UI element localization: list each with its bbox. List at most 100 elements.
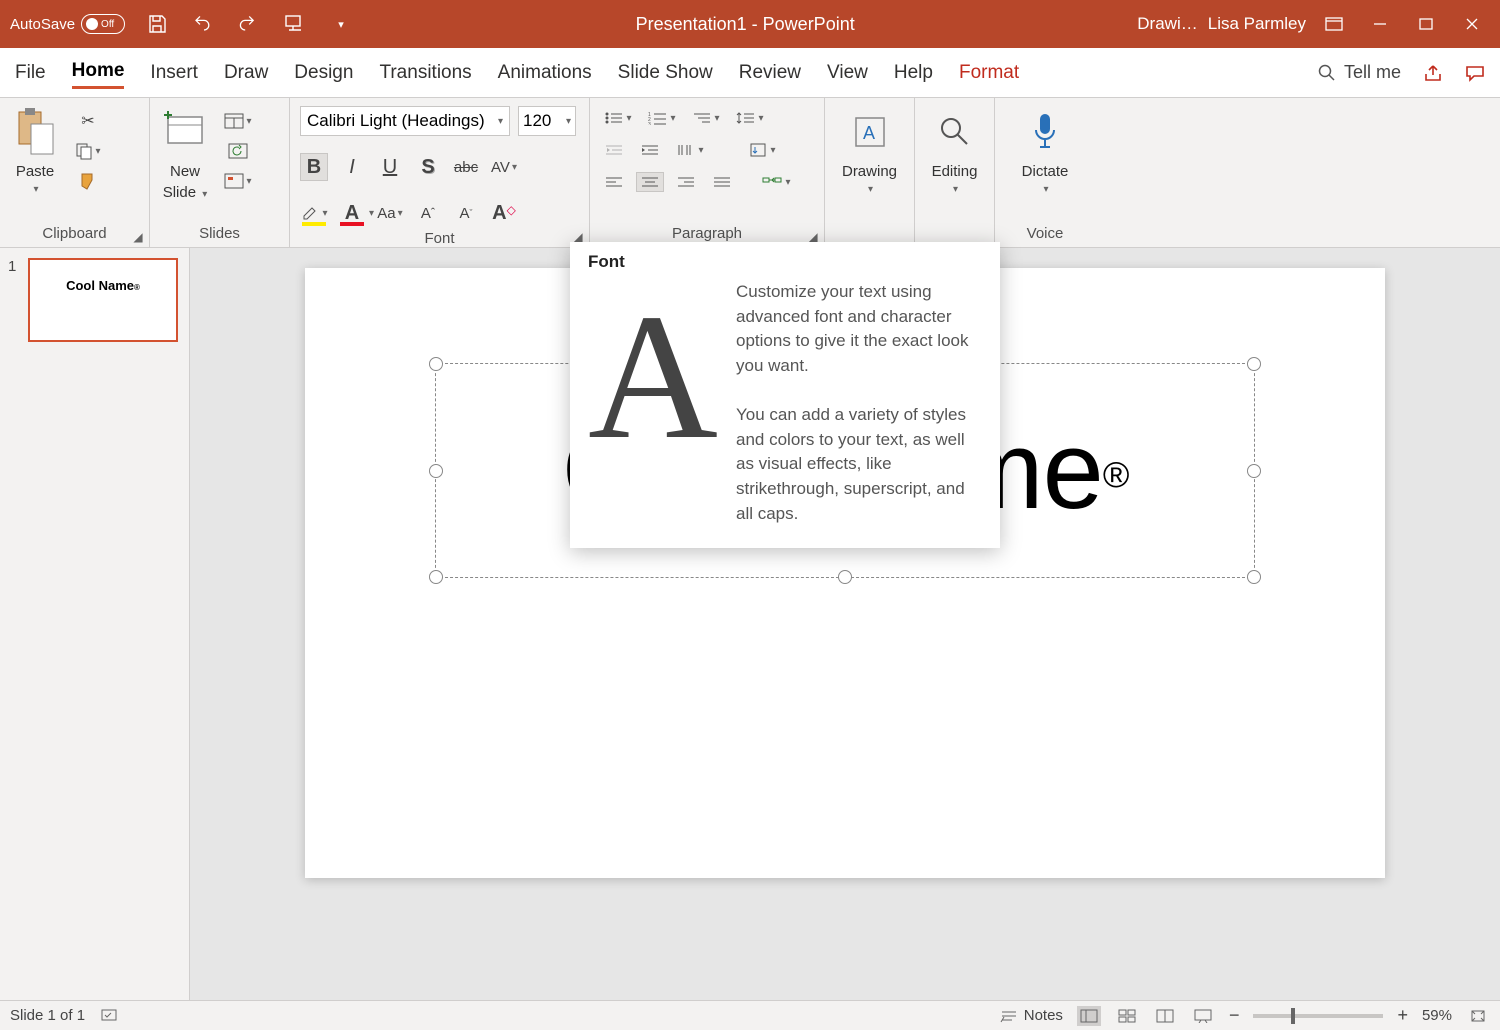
resize-handle-e[interactable] bbox=[1247, 464, 1261, 478]
fit-to-window-button[interactable] bbox=[1466, 1006, 1490, 1026]
tab-transitions[interactable]: Transitions bbox=[379, 58, 471, 88]
line-spacing-button[interactable]: ▾ bbox=[732, 108, 768, 128]
align-center-button[interactable] bbox=[636, 172, 664, 192]
tab-animations[interactable]: Animations bbox=[498, 58, 592, 88]
tab-help[interactable]: Help bbox=[894, 58, 933, 88]
spellcheck-icon[interactable] bbox=[101, 1009, 119, 1023]
thumbnail-preview[interactable]: Cool Name® bbox=[28, 258, 178, 342]
layout-button[interactable]: ▾ bbox=[220, 110, 256, 132]
font-size-select[interactable]: 120▾ bbox=[518, 106, 576, 136]
tab-draw[interactable]: Draw bbox=[224, 58, 268, 88]
new-slide-icon bbox=[160, 104, 210, 159]
bold-button[interactable]: B bbox=[300, 153, 328, 181]
paste-label: Paste bbox=[16, 163, 54, 180]
decrease-indent-button[interactable] bbox=[600, 140, 628, 160]
slide-counter[interactable]: Slide 1 of 1 bbox=[10, 1007, 85, 1024]
close-button[interactable] bbox=[1454, 10, 1490, 38]
notes-button[interactable]: Notes bbox=[1000, 1007, 1063, 1024]
zoom-percent[interactable]: 59% bbox=[1422, 1007, 1452, 1024]
thumbnail-number: 1 bbox=[8, 258, 22, 342]
ribbon-display-options-icon[interactable] bbox=[1316, 10, 1352, 38]
resize-handle-sw[interactable] bbox=[429, 570, 443, 584]
resize-handle-s[interactable] bbox=[838, 570, 852, 584]
font-tooltip: Font A Customize your text using advance… bbox=[570, 242, 1000, 548]
cut-button[interactable]: ✂ bbox=[70, 110, 106, 132]
comments-icon[interactable] bbox=[1465, 64, 1485, 82]
numbering-button[interactable]: 123▾ bbox=[644, 108, 680, 128]
clear-formatting-button[interactable]: A◇ bbox=[490, 199, 518, 227]
highlight-button[interactable]: ▾ bbox=[300, 199, 328, 227]
font-size-value: 120 bbox=[523, 111, 551, 131]
list-level-button[interactable]: ▾ bbox=[688, 108, 724, 128]
tab-format[interactable]: Format bbox=[959, 58, 1019, 88]
redo-icon[interactable] bbox=[237, 12, 261, 36]
maximize-button[interactable] bbox=[1408, 10, 1444, 38]
character-spacing-button[interactable]: AV▾ bbox=[490, 153, 518, 181]
tab-design[interactable]: Design bbox=[294, 58, 353, 88]
align-right-button[interactable] bbox=[672, 172, 700, 192]
resize-handle-se[interactable] bbox=[1247, 570, 1261, 584]
smartart-button[interactable]: ▾ bbox=[758, 172, 794, 192]
slide-thumbnails-pane[interactable]: 1 Cool Name® bbox=[0, 248, 190, 1000]
resize-handle-w[interactable] bbox=[429, 464, 443, 478]
save-icon[interactable] bbox=[145, 12, 169, 36]
thumbnail-1[interactable]: 1 Cool Name® bbox=[8, 258, 181, 342]
tab-home[interactable]: Home bbox=[72, 56, 125, 89]
editing-button[interactable]: Editing ▾ bbox=[930, 104, 980, 195]
reset-button[interactable] bbox=[225, 140, 251, 162]
bullets-button[interactable]: ▾ bbox=[600, 108, 636, 128]
zoom-out-button[interactable]: − bbox=[1229, 1005, 1240, 1026]
paste-button[interactable]: Paste ▾ bbox=[10, 104, 60, 195]
resize-handle-nw[interactable] bbox=[429, 357, 443, 371]
section-button[interactable]: ▾ bbox=[220, 170, 256, 192]
font-color-button[interactable]: A ▾ bbox=[338, 199, 366, 227]
tell-me-search[interactable]: Tell me bbox=[1318, 62, 1401, 83]
undo-icon[interactable] bbox=[191, 12, 215, 36]
start-from-beginning-icon[interactable] bbox=[283, 12, 307, 36]
format-painter-button[interactable] bbox=[70, 170, 106, 192]
group-voice: Dictate ▾ Voice bbox=[995, 98, 1095, 247]
tab-file[interactable]: File bbox=[15, 58, 46, 88]
italic-button[interactable]: I bbox=[338, 153, 366, 181]
group-drawing: A Drawing ▾ bbox=[825, 98, 915, 247]
increase-font-button[interactable]: Aˆ bbox=[414, 199, 442, 227]
resize-handle-ne[interactable] bbox=[1247, 357, 1261, 371]
drawing-button[interactable]: A Drawing ▾ bbox=[842, 104, 897, 195]
dictate-button[interactable]: Dictate ▾ bbox=[1020, 104, 1070, 195]
copy-button[interactable]: ▾ bbox=[70, 140, 106, 162]
qat-customize-icon[interactable]: ▾ bbox=[329, 12, 353, 36]
strikethrough-button[interactable]: abc bbox=[452, 153, 480, 181]
minimize-button[interactable] bbox=[1362, 10, 1398, 38]
group-label-font: Font bbox=[300, 230, 579, 249]
zoom-slider-thumb[interactable] bbox=[1291, 1008, 1295, 1024]
slideshow-view-button[interactable] bbox=[1191, 1006, 1215, 1026]
tab-insert[interactable]: Insert bbox=[150, 58, 198, 88]
autosave-toggle[interactable]: Off bbox=[81, 14, 125, 34]
zoom-in-button[interactable]: + bbox=[1397, 1005, 1408, 1026]
slide-sorter-view-button[interactable] bbox=[1115, 1006, 1139, 1026]
highlight-icon bbox=[300, 203, 320, 223]
tab-slideshow[interactable]: Slide Show bbox=[618, 58, 713, 88]
tab-view[interactable]: View bbox=[827, 58, 868, 88]
increase-indent-button[interactable] bbox=[636, 140, 664, 160]
editing-label: Editing bbox=[932, 163, 978, 180]
change-case-button[interactable]: Aa▾ bbox=[376, 199, 404, 227]
columns-button[interactable]: ▾ bbox=[672, 140, 708, 160]
share-icon[interactable] bbox=[1423, 64, 1443, 82]
zoom-slider[interactable] bbox=[1253, 1014, 1383, 1018]
normal-view-button[interactable] bbox=[1077, 1006, 1101, 1026]
autosave-label: AutoSave bbox=[10, 16, 75, 33]
autosave-knob-icon bbox=[86, 18, 98, 30]
clipboard-dialog-launcher[interactable]: ◢ bbox=[131, 230, 145, 244]
align-left-button[interactable] bbox=[600, 172, 628, 192]
text-direction-button[interactable]: ▾ bbox=[744, 140, 780, 160]
decrease-font-button[interactable]: Aˇ bbox=[452, 199, 480, 227]
tab-review[interactable]: Review bbox=[739, 58, 801, 88]
justify-button[interactable] bbox=[708, 172, 736, 192]
shadow-button[interactable]: S bbox=[414, 153, 442, 181]
reading-view-button[interactable] bbox=[1153, 1006, 1177, 1026]
group-label-slides: Slides bbox=[160, 225, 279, 245]
underline-button[interactable]: U bbox=[376, 153, 404, 181]
font-name-select[interactable]: Calibri Light (Headings)▾ bbox=[300, 106, 510, 136]
new-slide-button[interactable]: New Slide ▾ bbox=[160, 104, 210, 201]
